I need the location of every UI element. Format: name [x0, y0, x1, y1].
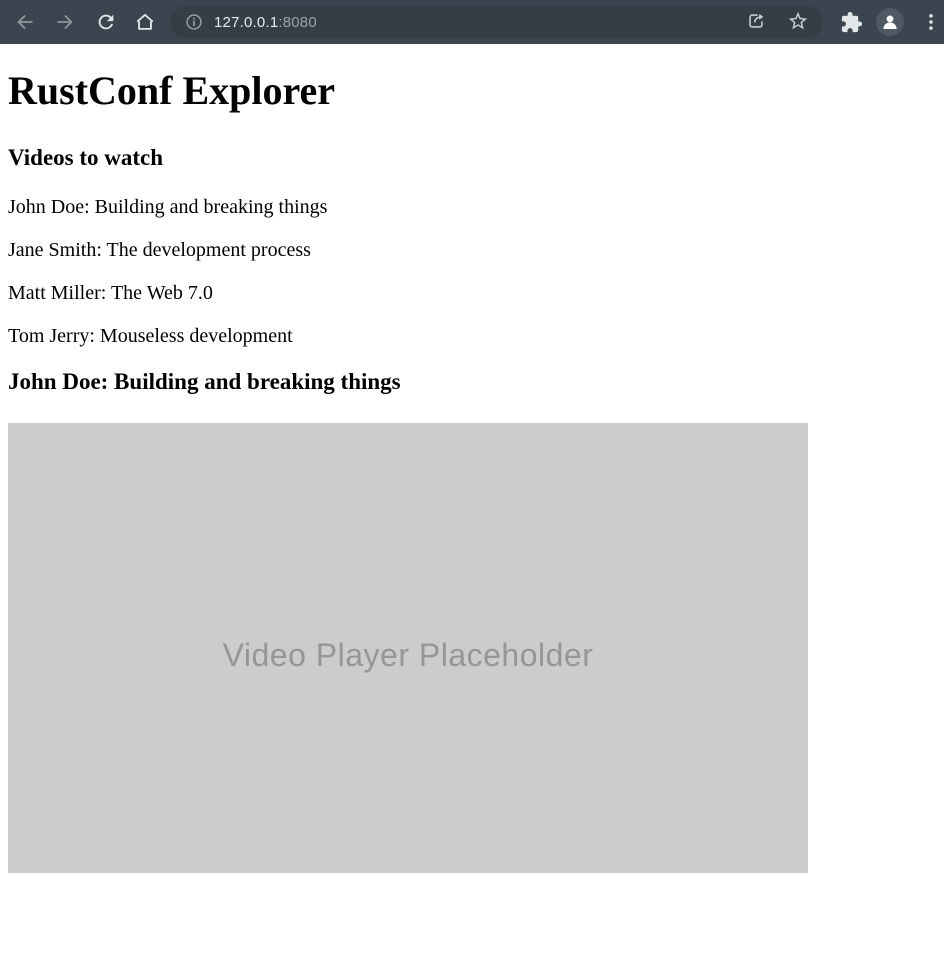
video-player-placeholder: Video Player Placeholder — [8, 423, 808, 873]
url-text: 127.0.0.1:8080 — [214, 14, 317, 31]
forward-icon — [54, 11, 76, 33]
browser-toolbar: 127.0.0.1:8080 — [0, 0, 944, 44]
share-icon — [745, 10, 767, 35]
url-host: 127.0.0.1 — [214, 14, 278, 31]
url-port: :8080 — [278, 14, 317, 31]
video-list-item[interactable]: Matt Miller: The Web 7.0 — [8, 282, 936, 305]
videos-section-heading: Videos to watch — [8, 144, 936, 171]
selected-video-heading: John Doe: Building and breaking things — [8, 368, 936, 395]
home-button[interactable] — [128, 5, 162, 39]
bookmark-star-icon — [787, 10, 809, 35]
bookmark-button[interactable] — [784, 8, 812, 36]
site-info-icon[interactable] — [184, 12, 204, 32]
profile-button[interactable] — [873, 5, 907, 39]
reload-button[interactable] — [89, 5, 123, 39]
page-content: RustConf Explorer Videos to watch John D… — [0, 68, 944, 873]
video-list-item[interactable]: Jane Smith: The development process — [8, 239, 936, 262]
back-icon — [14, 11, 36, 33]
page-title: RustConf Explorer — [8, 68, 936, 114]
back-button[interactable] — [8, 5, 42, 39]
video-list-item[interactable]: Tom Jerry: Mouseless development — [8, 325, 936, 348]
forward-button[interactable] — [48, 5, 82, 39]
share-button[interactable] — [742, 8, 770, 36]
address-bar[interactable]: 127.0.0.1:8080 — [170, 6, 823, 38]
avatar — [876, 8, 904, 36]
extensions-puzzle-icon — [840, 11, 863, 34]
browser-menu-button[interactable] — [918, 5, 944, 39]
video-list-item[interactable]: John Doe: Building and breaking things — [8, 196, 936, 219]
extensions-button[interactable] — [834, 5, 868, 39]
three-dot-menu-icon — [920, 11, 942, 33]
placeholder-text: Video Player Placeholder — [223, 623, 594, 674]
home-icon — [134, 11, 156, 33]
reload-icon — [95, 11, 117, 33]
